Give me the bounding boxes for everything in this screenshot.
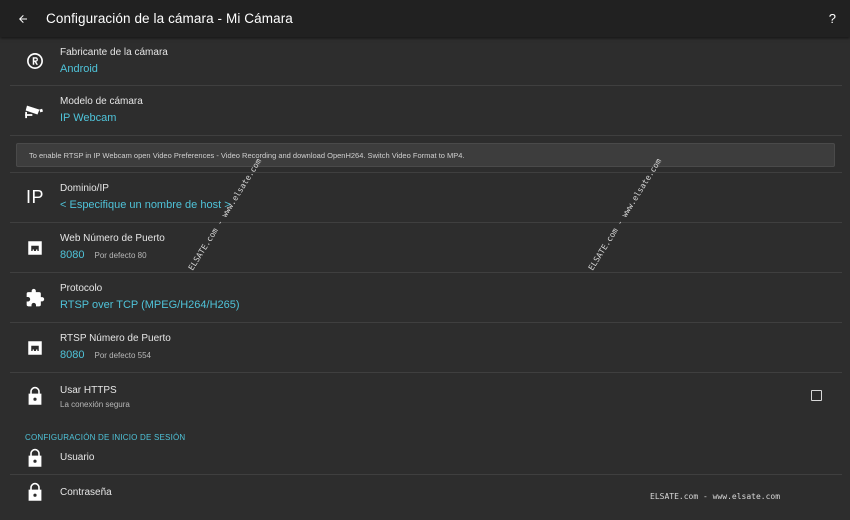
web-port-hint: Por defecto 80	[94, 251, 147, 260]
user-row[interactable]: Usuario	[10, 441, 842, 475]
help-button[interactable]: ?	[829, 0, 836, 37]
web-port-row[interactable]: Web Número de Puerto 8080 Por defecto 80	[10, 223, 842, 273]
protocol-label: Protocolo	[60, 283, 103, 294]
ethernet-port-icon	[10, 339, 60, 357]
domain-value: < Especifique un nombre de host >	[60, 199, 231, 211]
domain-label: Dominio/IP	[60, 183, 109, 194]
watermark-text: ELSATE.com - www.elsate.com	[650, 492, 781, 501]
lock-icon	[10, 386, 60, 406]
rtsp-port-hint: Por defecto 554	[94, 351, 151, 360]
puzzle-icon	[10, 288, 60, 308]
model-row[interactable]: Modelo de cámara IP Webcam	[10, 86, 842, 136]
rtsp-port-label: RTSP Número de Puerto	[60, 333, 171, 344]
ethernet-port-icon	[10, 239, 60, 257]
rtsp-notice: To enable RTSP in IP Webcam open Video P…	[16, 143, 835, 167]
cctv-camera-icon	[10, 103, 60, 119]
page-title: Configuración de la cámara - Mi Cámara	[46, 11, 293, 26]
web-port-value: 8080	[60, 249, 85, 261]
manufacturer-row[interactable]: Fabricante de la cámara Android	[10, 37, 842, 86]
ip-icon: IP	[25, 187, 44, 207]
back-button[interactable]	[0, 0, 46, 37]
user-label: Usuario	[60, 452, 95, 463]
https-label: Usar HTTPS	[60, 384, 117, 396]
lock-icon	[10, 482, 60, 502]
model-label: Modelo de cámara	[60, 96, 143, 107]
registered-icon	[10, 52, 60, 70]
model-value: IP Webcam	[60, 112, 117, 124]
protocol-row[interactable]: Protocolo RTSP over TCP (MPEG/H264/H265)	[10, 273, 842, 323]
https-sub: La conexión segura	[60, 399, 130, 409]
app-bar: Configuración de la cámara - Mi Cámara ?	[0, 0, 850, 37]
password-label: Contraseña	[60, 486, 112, 498]
rtsp-port-row[interactable]: RTSP Número de Puerto 8080 Por defecto 5…	[10, 323, 842, 373]
rtsp-port-value: 8080	[60, 349, 85, 361]
web-port-label: Web Número de Puerto	[60, 233, 165, 244]
lock-icon	[10, 448, 60, 468]
domain-row[interactable]: IP Dominio/IP < Especifique un nombre de…	[10, 173, 842, 223]
https-row[interactable]: Usar HTTPS La conexión segura	[10, 373, 842, 419]
section-header-login: CONFIGURACIÓN DE INICIO DE SESIÓN	[25, 433, 186, 442]
arrow-left-icon	[19, 14, 27, 23]
manufacturer-label: Fabricante de la cámara	[60, 46, 168, 58]
https-checkbox[interactable]	[811, 390, 822, 401]
protocol-value: RTSP over TCP (MPEG/H264/H265)	[60, 299, 240, 311]
manufacturer-value: Android	[60, 62, 98, 75]
